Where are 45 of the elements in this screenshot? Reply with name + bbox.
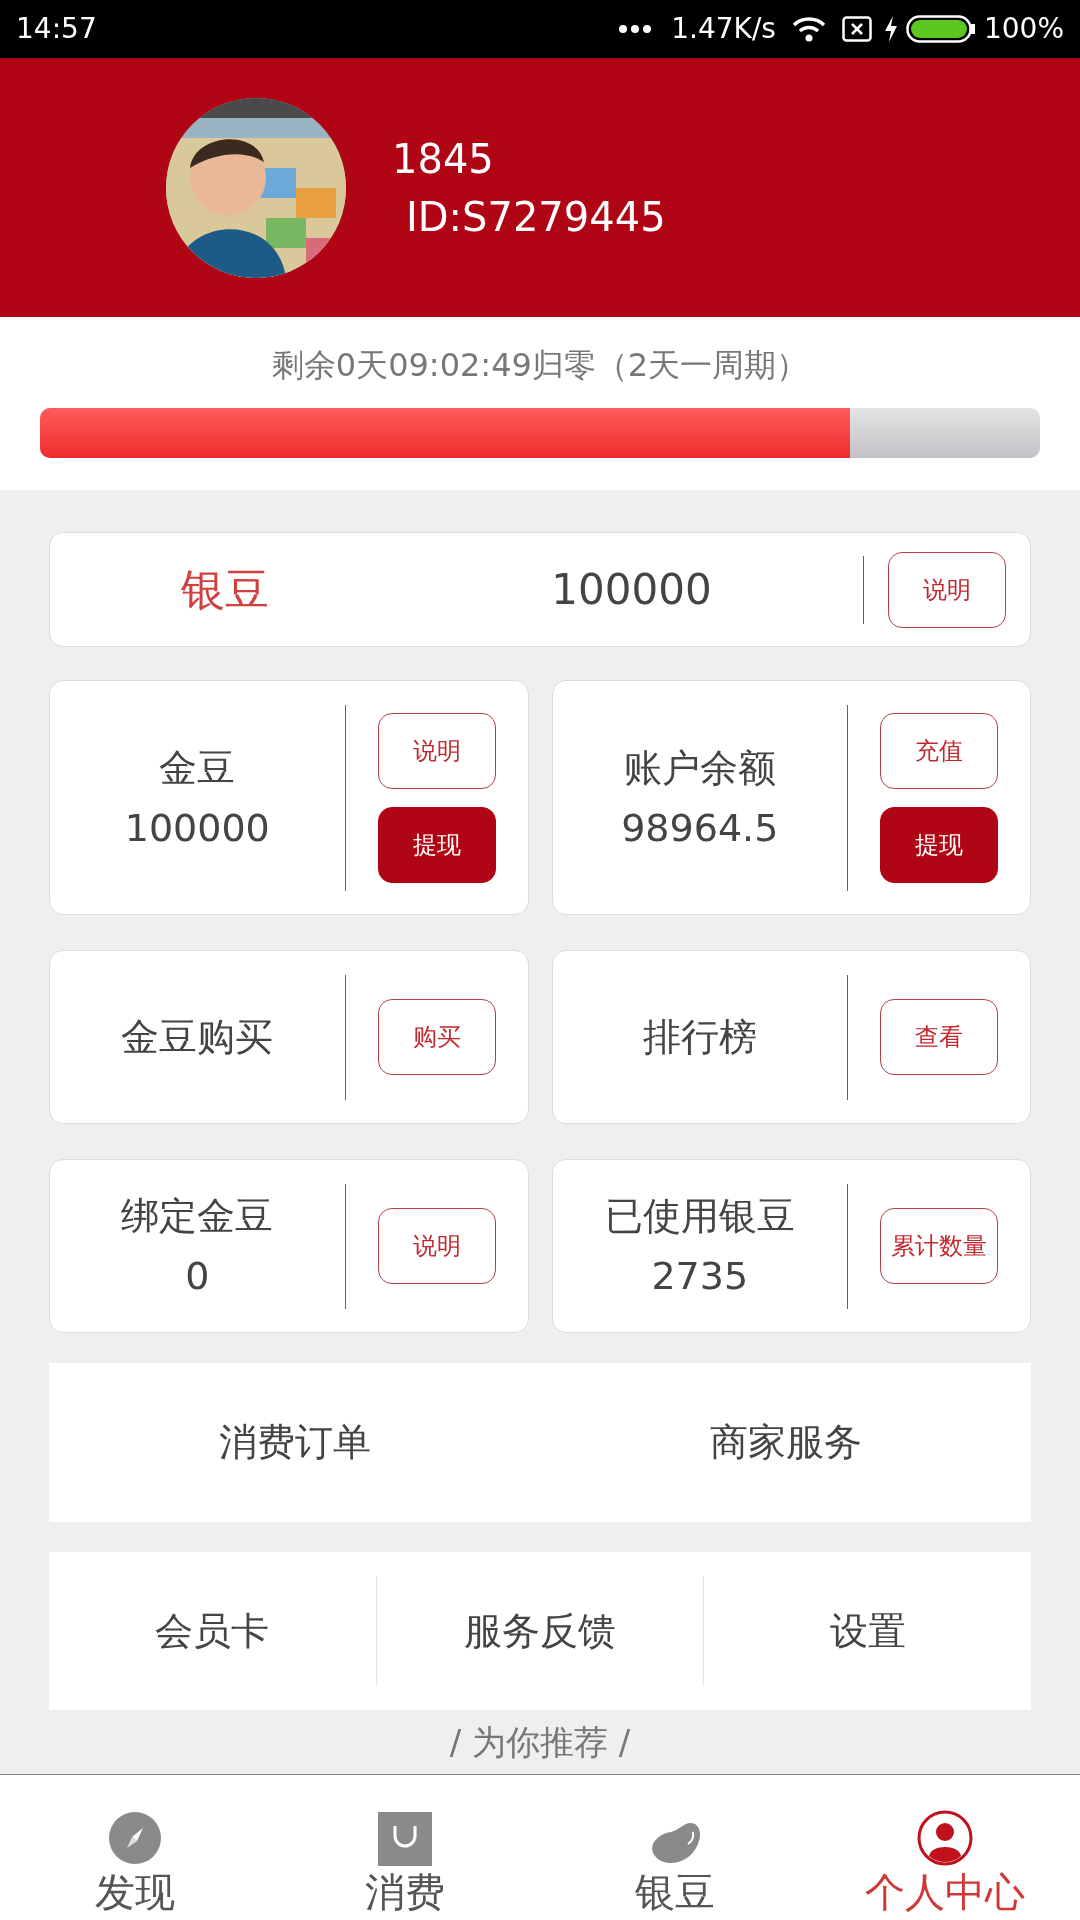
card-value: 98964.5 (621, 808, 779, 847)
nav-tab[interactable]: 发现 (0, 1775, 270, 1920)
action-button[interactable]: 查看 (880, 999, 998, 1075)
card-label: 绑定金豆 (121, 1197, 274, 1235)
sim-card-icon (841, 16, 872, 42)
charging-bolt-icon (883, 16, 898, 42)
wifi-icon (791, 16, 826, 42)
action-button[interactable]: 累计数量 (880, 1208, 998, 1284)
person-icon (917, 1810, 973, 1866)
menu-link[interactable]: 会员卡 (155, 1602, 270, 1660)
menu-link[interactable]: 设置 (829, 1602, 906, 1660)
shopping-bag-icon (378, 1812, 432, 1866)
action-button[interactable]: 提现 (880, 806, 998, 883)
card-label: 排行榜 (642, 1018, 757, 1056)
action-button[interactable]: 说明 (888, 551, 1006, 628)
card-label: 金豆购买 (121, 1018, 274, 1056)
battery-icon (905, 15, 976, 43)
nav-tab[interactable]: 银豆 (540, 1775, 810, 1920)
action-button[interactable]: 充值 (880, 712, 998, 789)
more-dots-icon (619, 25, 652, 33)
card-label: 已使用银豆 (604, 1197, 795, 1235)
card-label: 账户余额 (623, 748, 776, 787)
action-button[interactable]: 说明 (377, 712, 496, 789)
action-button[interactable]: 购买 (377, 999, 496, 1075)
nav-tab[interactable]: 消费 (270, 1775, 540, 1920)
clock-text: 14:57 (16, 11, 97, 47)
menu-link[interactable]: 消费订单 (218, 1414, 371, 1471)
nav-tab[interactable]: 个人中心 (810, 1775, 1080, 1920)
user-id-text: ID:S7279445 (406, 196, 666, 237)
action-button[interactable]: 说明 (377, 1208, 496, 1284)
compass-icon (107, 1810, 163, 1866)
battery-percent-text: 100% (983, 11, 1064, 47)
countdown-text: 剩余0天09:02:49归零（2天一周期） (271, 349, 809, 381)
phone-number-text: 1845 (392, 138, 495, 179)
recommend-heading: / 为你推荐 / (449, 1725, 631, 1759)
menu-link[interactable]: 商家服务 (709, 1414, 862, 1471)
menu-link[interactable]: 服务反馈 (464, 1602, 616, 1660)
card-value: 100000 (124, 808, 270, 847)
action-button[interactable]: 提现 (377, 806, 496, 883)
points-label: 银豆 (180, 562, 270, 617)
card-label: 金豆 (159, 748, 236, 787)
points-value: 100000 (550, 564, 713, 616)
card-value: 0 (185, 1257, 210, 1295)
card-value: 2735 (651, 1257, 749, 1295)
network-speed-text: 1.47K/s (671, 11, 776, 47)
